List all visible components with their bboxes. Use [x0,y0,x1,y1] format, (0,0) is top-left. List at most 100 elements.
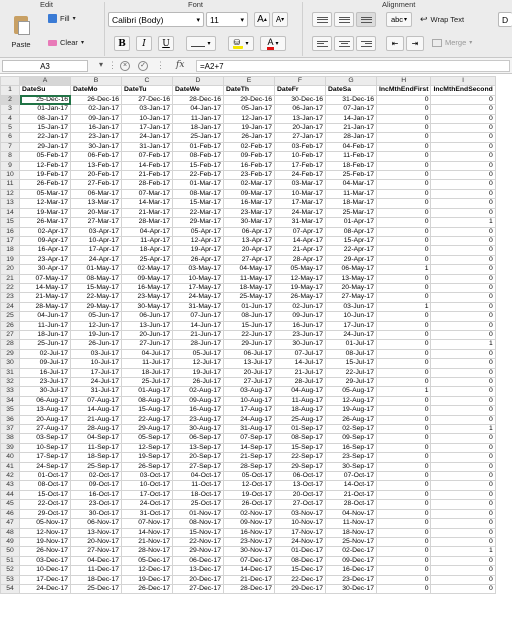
cell[interactable]: 22-Jul-17 [325,367,377,379]
cell[interactable]: 04-Dec-17 [70,555,122,567]
cell[interactable]: 27-Apr-17 [223,254,275,266]
cell[interactable]: 0 [430,226,496,237]
cell[interactable]: 13-Mar-17 [70,198,122,209]
cell[interactable]: 25-May-17 [223,292,275,303]
cell[interactable]: 15-Feb-17 [172,160,224,172]
cell[interactable]: 26-Jul-17 [172,376,224,388]
cell[interactable]: 25-Nov-17 [325,536,377,548]
cell[interactable]: 21-Sep-17 [223,452,275,463]
cell[interactable]: 23-Oct-17 [70,499,122,510]
cell[interactable]: 10-Aug-17 [223,395,275,407]
row-header[interactable]: 4 [0,113,20,125]
bold-button[interactable]: B [114,36,130,51]
cell[interactable]: 20-Jun-17 [121,329,173,341]
cell[interactable]: 0 [430,367,496,379]
decrease-indent-button[interactable]: ⇤ [386,36,404,51]
cell[interactable]: 29-May-17 [70,301,122,313]
cell[interactable]: 21-Nov-17 [121,536,173,548]
cell[interactable]: 13-Apr-17 [223,235,275,247]
cell[interactable]: 05-Oct-17 [223,471,275,482]
cell[interactable]: 16-Nov-17 [223,527,275,538]
cell[interactable]: 17-Oct-17 [121,489,173,501]
enter-icon[interactable]: ✓ [138,61,148,71]
cell[interactable]: 12-Dec-17 [121,565,173,576]
align-top-button[interactable] [312,12,332,27]
cell[interactable]: 0 [375,376,432,388]
cell[interactable]: 27-May-17 [325,292,377,303]
cell[interactable]: 09-Oct-17 [70,480,122,491]
cell[interactable]: 12-Oct-17 [223,480,275,491]
cell[interactable]: 07-Jan-17 [325,104,377,115]
cell[interactable]: 0 [430,198,496,209]
cell[interactable]: 30-Dec-16 [274,94,326,106]
column-header-a[interactable]: A [19,76,71,87]
italic-button[interactable]: I [136,36,152,51]
cell[interactable]: 09-Jul-17 [19,358,71,369]
cell[interactable]: 24-Sep-17 [19,461,71,473]
cell[interactable]: 02-Oct-17 [70,471,122,482]
cell[interactable]: 25-Aug-17 [274,414,326,426]
row-header[interactable]: 54 [0,583,20,595]
cell[interactable]: 29-Oct-17 [19,508,71,520]
cell[interactable]: 19-Apr-17 [172,245,224,256]
cell[interactable]: 0 [430,104,496,115]
cell[interactable]: 13-Feb-17 [70,160,122,172]
cell[interactable]: 11-Feb-17 [325,151,377,162]
cell[interactable]: 0 [375,452,432,463]
column-header-d[interactable]: D [172,76,224,87]
cell[interactable]: 04-Jun-17 [19,311,71,322]
cell[interactable]: 06-Apr-17 [223,226,275,237]
row-header[interactable]: 32 [0,376,20,388]
row-header[interactable]: 48 [0,527,20,538]
cell[interactable]: 17-Mar-17 [274,198,326,209]
cell[interactable]: 16-May-17 [121,282,173,294]
cell[interactable]: 31-Mar-17 [274,217,326,228]
cell[interactable]: 21-Mar-17 [121,207,173,219]
cell[interactable]: 13-Dec-17 [172,565,224,576]
cell[interactable]: 19-Jan-17 [223,123,275,134]
cell[interactable]: 0 [430,151,496,162]
cell[interactable]: 10-May-17 [172,273,224,284]
cell[interactable]: 15-Apr-17 [325,235,377,247]
cell[interactable]: 27-Jul-17 [223,376,275,388]
cell[interactable]: 26-Apr-17 [172,254,224,266]
cell[interactable]: 0 [430,273,496,284]
row-header[interactable]: 20 [0,264,20,275]
cell[interactable]: 27-Jun-17 [121,339,173,350]
font-size-select[interactable]: 11 ▾ [206,12,248,27]
cell[interactable]: 27-Aug-17 [19,424,71,435]
cell[interactable]: 15-Mar-17 [172,198,224,209]
cell[interactable]: 28-Mar-17 [121,217,173,228]
cell[interactable]: 0 [375,518,432,529]
cell[interactable]: 06-Jun-17 [121,311,173,322]
cell[interactable]: 18-Apr-17 [121,245,173,256]
cell[interactable]: 0 [375,480,432,491]
cell[interactable]: 15-Jun-17 [223,320,275,331]
cell[interactable]: 24-Jul-17 [70,376,122,388]
row-header[interactable]: 14 [0,207,20,219]
row-header[interactable]: 25 [0,311,20,322]
row-header[interactable]: 2 [0,94,20,106]
cell[interactable]: 15-Jan-17 [19,123,71,134]
cell[interactable]: 04-Feb-17 [325,141,377,153]
cell[interactable]: 0 [375,414,432,426]
cell[interactable]: 06-Nov-17 [70,518,122,529]
cell[interactable]: 03-May-17 [172,264,224,275]
cell[interactable]: 0 [375,132,432,143]
cell[interactable]: 0 [430,452,496,463]
cell[interactable]: 0 [430,113,496,125]
cell[interactable]: 0 [430,376,496,388]
cell[interactable]: 20-Jan-17 [274,123,326,134]
cell[interactable]: 25-Mar-17 [325,207,377,219]
cell[interactable]: 0 [375,188,432,200]
cell[interactable]: 06-Feb-17 [70,151,122,162]
cell[interactable]: 28-Apr-17 [274,254,326,266]
cell[interactable]: 27-Jan-17 [274,132,326,143]
cell[interactable]: 08-Jul-17 [325,348,377,360]
cell[interactable]: 12-Jun-17 [70,320,122,331]
cell[interactable]: 0 [430,565,496,576]
cell[interactable]: 13-Oct-17 [274,480,326,491]
row-header[interactable]: 15 [0,217,20,228]
cell[interactable]: 1 [430,546,496,557]
cell[interactable]: 0 [375,565,432,576]
